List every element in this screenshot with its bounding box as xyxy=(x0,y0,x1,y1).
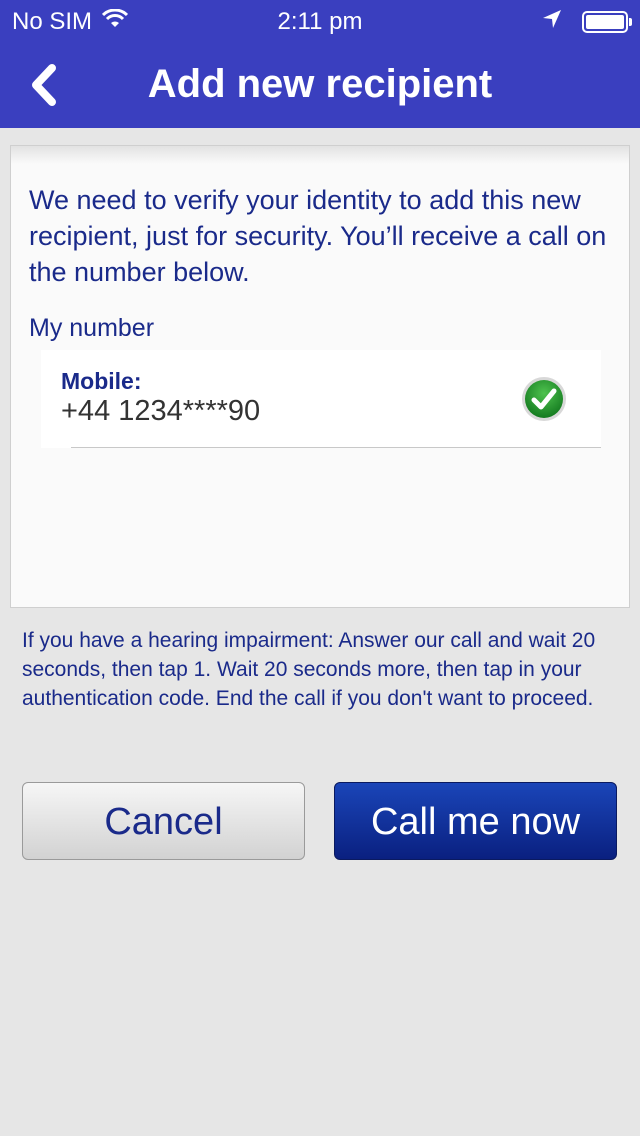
verification-message: We need to verify your identity to add t… xyxy=(29,185,607,287)
call-me-now-button[interactable]: Call me now xyxy=(334,782,617,860)
number-value: +44 1234****90 xyxy=(61,395,261,427)
number-type-label: Mobile: xyxy=(61,368,142,394)
battery-icon xyxy=(582,11,632,33)
card-shade xyxy=(11,146,629,164)
status-bar: No SIM 2:11 pm xyxy=(0,0,640,40)
verification-card: We need to verify your identity to add t… xyxy=(10,145,630,608)
hearing-impairment-note: If you have a hearing impairment: Answer… xyxy=(22,629,596,710)
page-title: Add new recipient xyxy=(147,62,493,106)
my-number-label: My number xyxy=(29,314,155,342)
status-right xyxy=(542,8,632,36)
phone-number-option[interactable]: Mobile: +44 1234****90 xyxy=(41,350,601,448)
location-arrow-icon xyxy=(542,8,562,36)
nav-header: No SIM 2:11 pm Add new recipient xyxy=(0,0,640,128)
divider xyxy=(71,447,601,448)
checkmark-icon xyxy=(521,376,567,422)
cancel-button[interactable]: Cancel xyxy=(22,782,305,860)
